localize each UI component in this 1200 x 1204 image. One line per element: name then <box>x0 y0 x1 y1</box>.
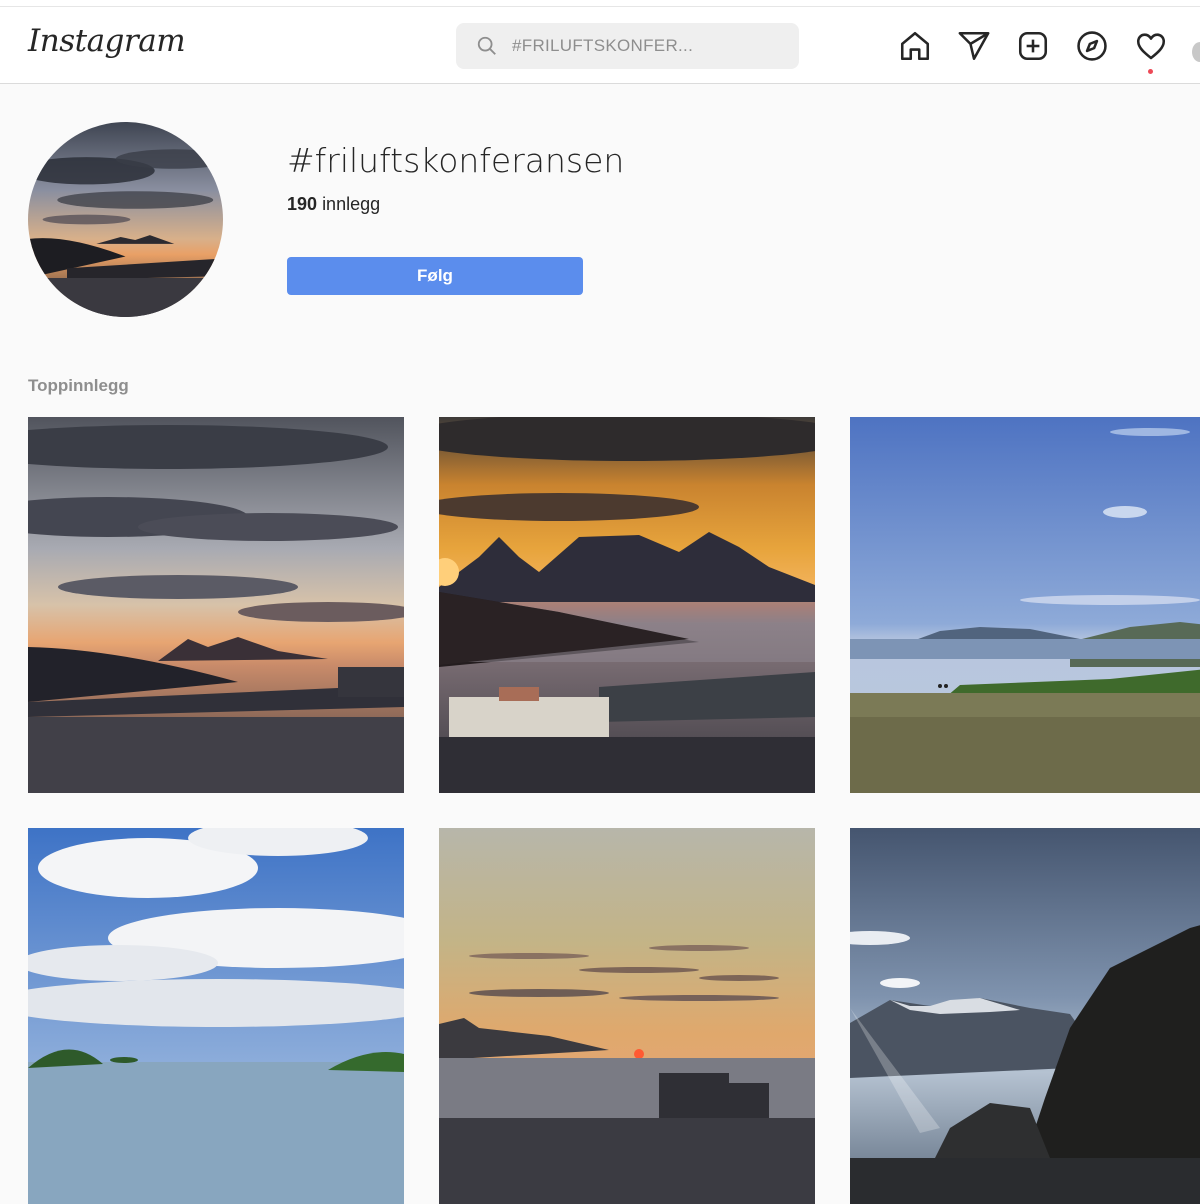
explore-button[interactable] <box>1075 29 1109 63</box>
search-input[interactable]: #FRILUFTSKONFER... <box>456 23 799 69</box>
new-post-icon <box>1018 31 1048 61</box>
post-thumbnail-6[interactable] <box>850 828 1200 1204</box>
profile-avatar-icon[interactable] <box>1192 42 1200 62</box>
activity-button[interactable] <box>1134 29 1168 63</box>
post-thumbnail-3[interactable] <box>850 417 1200 793</box>
post-thumbnail-1[interactable] <box>28 417 404 793</box>
hashtag-profile-image <box>28 122 223 317</box>
hashtag-title: #friluftskonferansen <box>287 141 625 180</box>
direct-message-icon <box>958 31 990 61</box>
post-thumbnail-2[interactable] <box>439 417 815 793</box>
post-count: 190 innlegg <box>287 194 380 215</box>
instagram-logo[interactable]: Instagram <box>28 23 186 59</box>
post-thumbnail-4[interactable] <box>28 828 404 1204</box>
post-thumbnail-5[interactable] <box>439 828 815 1204</box>
browser-top-edge <box>0 0 1200 7</box>
post-count-label: innlegg <box>322 194 381 214</box>
top-posts-heading: Toppinnlegg <box>28 376 129 395</box>
follow-button[interactable]: Følg <box>287 257 583 295</box>
home-icon <box>900 31 930 61</box>
direct-message-button[interactable] <box>957 29 991 63</box>
search-icon <box>477 36 496 55</box>
activity-heart-icon <box>1136 33 1166 60</box>
explore-icon <box>1077 31 1107 61</box>
notification-dot <box>1148 69 1153 74</box>
home-button[interactable] <box>898 29 932 63</box>
new-post-button[interactable] <box>1016 29 1050 63</box>
post-count-number: 190 <box>287 194 318 214</box>
top-navigation-bar: Instagram #FRILUFTSKONFER... <box>0 7 1200 84</box>
search-query: #FRILUFTSKONFER... <box>512 36 694 55</box>
